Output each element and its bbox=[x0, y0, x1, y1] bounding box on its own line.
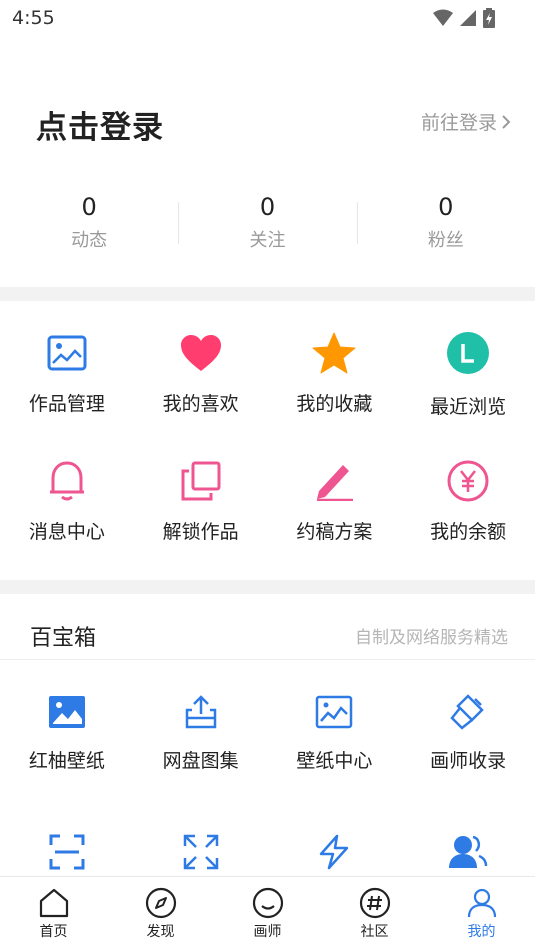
stat-label: 动态 bbox=[71, 230, 108, 251]
login-title[interactable]: 点击登录 bbox=[36, 102, 164, 147]
stat-posts[interactable]: 0 动态 bbox=[0, 190, 178, 260]
toolbox-title: 百宝箱 bbox=[30, 626, 97, 651]
status-bar: 4:55 bbox=[0, 0, 535, 38]
menu-item-label: 最近浏览 bbox=[430, 396, 507, 418]
go-login-label: 前往登录 bbox=[420, 112, 497, 134]
nav-community[interactable]: 社区 bbox=[321, 877, 428, 951]
nav-label: 画师 bbox=[253, 924, 282, 940]
stat-value: 0 bbox=[259, 193, 276, 221]
login-section: 点击登录 前往登录 bbox=[0, 100, 535, 148]
profile-stats: 0 动态 0 关注 0 粉丝 bbox=[0, 190, 535, 260]
toolbox-item-artist-list[interactable]: 画师收录 bbox=[401, 668, 535, 808]
toolbox-item-label: 画师收录 bbox=[430, 750, 507, 772]
toolbox-item-label: 网盘图集 bbox=[162, 750, 239, 772]
menu-item-label: 解锁作品 bbox=[162, 521, 239, 543]
nav-label: 社区 bbox=[360, 924, 389, 940]
battery-icon bbox=[483, 8, 495, 28]
nav-label: 我的 bbox=[467, 924, 496, 940]
stat-label: 关注 bbox=[249, 230, 286, 251]
nav-discover[interactable]: 发现 bbox=[107, 877, 214, 951]
stat-value: 0 bbox=[438, 193, 454, 221]
stat-fans[interactable]: 0 粉丝 bbox=[356, 190, 535, 260]
copy-icon bbox=[179, 459, 223, 503]
nav-artists[interactable]: 画师 bbox=[214, 877, 321, 951]
nav-mine[interactable]: 我的 bbox=[428, 877, 535, 951]
compass-icon bbox=[145, 887, 176, 919]
menu-item-label: 我的余额 bbox=[430, 521, 507, 543]
menu-grid: 作品管理 我的喜欢 我的收藏 最近浏览 消息中心 解锁作品 约稿方案 我的余额 bbox=[0, 301, 535, 557]
bottom-nav: 首页 发现 画师 社区 我的 bbox=[0, 876, 535, 951]
menu-item-balance[interactable]: 我的余额 bbox=[401, 429, 535, 557]
chevron-right-icon bbox=[502, 114, 511, 129]
menu-item-recent[interactable]: 最近浏览 bbox=[401, 301, 535, 429]
status-time: 4:55 bbox=[12, 7, 55, 29]
menu-item-label: 作品管理 bbox=[28, 393, 105, 415]
toolbox-item-label: 红柚壁纸 bbox=[28, 750, 105, 772]
bell-icon bbox=[45, 459, 89, 503]
brush-icon bbox=[448, 692, 488, 732]
stat-label: 粉丝 bbox=[427, 230, 464, 251]
hashtag-icon bbox=[359, 887, 390, 919]
menu-item-label: 消息中心 bbox=[28, 521, 105, 543]
wallpaper-center-icon bbox=[314, 692, 354, 732]
wifi-icon bbox=[433, 9, 453, 26]
users-icon bbox=[448, 832, 488, 872]
section-divider bbox=[0, 580, 535, 594]
yen-icon bbox=[446, 459, 490, 503]
lightning-icon bbox=[314, 832, 354, 872]
nav-label: 发现 bbox=[146, 924, 175, 940]
go-login-link[interactable]: 前往登录 bbox=[421, 108, 511, 135]
image-frame-icon bbox=[45, 331, 89, 375]
expand-icon bbox=[181, 832, 221, 872]
toolbox-item-wallpaper-center[interactable]: 壁纸中心 bbox=[268, 668, 402, 808]
home-icon bbox=[39, 888, 68, 918]
pen-icon bbox=[312, 459, 356, 503]
menu-item-label: 约稿方案 bbox=[296, 521, 373, 543]
menu-item-label: 我的收藏 bbox=[296, 393, 373, 415]
menu-item-likes[interactable]: 我的喜欢 bbox=[134, 301, 268, 429]
wallpaper-icon bbox=[47, 692, 87, 732]
star-icon bbox=[312, 331, 356, 375]
status-icons bbox=[433, 8, 495, 28]
menu-item-works[interactable]: 作品管理 bbox=[0, 301, 134, 429]
menu-item-commission[interactable]: 约稿方案 bbox=[268, 429, 402, 557]
user-icon bbox=[467, 888, 496, 918]
nav-label: 首页 bbox=[39, 924, 68, 940]
menu-item-messages[interactable]: 消息中心 bbox=[0, 429, 134, 557]
toolbox-item-wallpaper[interactable]: 红柚壁纸 bbox=[0, 668, 134, 808]
heart-icon bbox=[179, 331, 223, 375]
menu-item-label: 我的喜欢 bbox=[162, 393, 239, 415]
scan-icon bbox=[47, 832, 87, 872]
cloud-upload-icon bbox=[181, 692, 221, 732]
recent-l-icon bbox=[446, 331, 490, 375]
toolbox-item-label: 壁纸中心 bbox=[296, 750, 373, 772]
toolbox-header: 百宝箱 自制及网络服务精选 bbox=[0, 608, 535, 660]
section-divider bbox=[0, 287, 535, 301]
toolbox-subtitle: 自制及网络服务精选 bbox=[355, 628, 508, 648]
smile-icon bbox=[252, 887, 283, 919]
toolbox-item-cloud-album[interactable]: 网盘图集 bbox=[134, 668, 268, 808]
stat-value: 0 bbox=[81, 193, 97, 221]
menu-item-favorites[interactable]: 我的收藏 bbox=[268, 301, 402, 429]
nav-home[interactable]: 首页 bbox=[0, 877, 107, 951]
signal-icon bbox=[460, 10, 476, 26]
menu-item-unlock[interactable]: 解锁作品 bbox=[134, 429, 268, 557]
stat-following[interactable]: 0 关注 bbox=[178, 190, 356, 260]
